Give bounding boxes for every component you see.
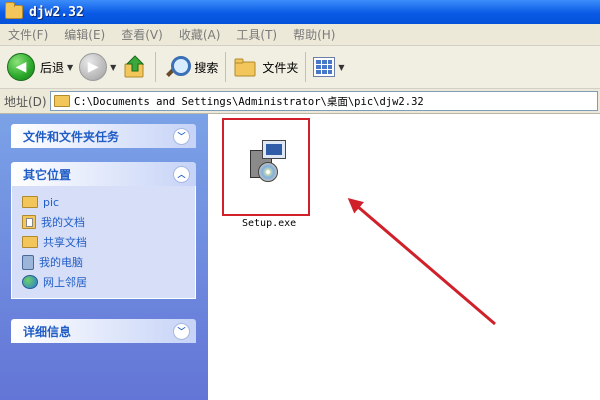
- other-places-list: pic 我的文档 共享文档 我的电脑 网上邻居: [11, 186, 196, 299]
- back-label: 后退: [40, 60, 65, 75]
- menu-edit[interactable]: 编辑(E): [64, 26, 105, 43]
- details-header[interactable]: 详细信息 ﹀: [11, 319, 196, 343]
- place-label: 我的电脑: [39, 256, 83, 269]
- file-tasks-header[interactable]: 文件和文件夹任务 ﹀: [11, 124, 196, 148]
- toolbar-separator: [305, 52, 307, 82]
- place-label: 共享文档: [43, 236, 87, 249]
- place-shared-documents[interactable]: 共享文档: [22, 232, 195, 252]
- other-places-panel: 其它位置 ︿ pic 我的文档 共享文档 我的电脑 网上邻居: [11, 162, 196, 299]
- chevron-up-icon[interactable]: ︿: [173, 165, 190, 183]
- menu-help[interactable]: 帮助(H): [293, 26, 335, 43]
- forward-button[interactable]: ▶ ▼: [76, 50, 119, 84]
- folder-icon: [22, 196, 38, 208]
- views-icon: [313, 57, 336, 77]
- forward-arrow-icon: ▶: [79, 53, 108, 81]
- task-pane: 文件和文件夹任务 ﹀ 其它位置 ︿ pic 我的文档 共享文档 我的电脑 网上邻…: [0, 114, 208, 400]
- toolbar: ◀ 后退 ▼ ▶ ▼ 搜索 文件夹 ▼: [0, 46, 600, 89]
- folder-icon: [54, 95, 70, 107]
- folders-icon: [234, 58, 256, 77]
- place-label: 我的文档: [41, 216, 85, 229]
- back-button[interactable]: ◀ 后退 ▼: [4, 50, 76, 84]
- file-tasks-title: 文件和文件夹任务: [23, 129, 120, 144]
- menu-view[interactable]: 查看(V): [121, 26, 163, 43]
- address-label: 地址(D): [4, 94, 47, 109]
- file-tasks-panel: 文件和文件夹任务 ﹀: [11, 124, 196, 148]
- views-button[interactable]: ▼: [310, 50, 347, 84]
- search-icon: [163, 54, 192, 80]
- file-list-area[interactable]: Setup.exe: [208, 114, 600, 400]
- other-places-title: 其它位置: [23, 167, 72, 182]
- place-my-documents[interactable]: 我的文档: [22, 212, 195, 232]
- details-panel: 详细信息 ﹀: [11, 319, 196, 343]
- network-icon: [22, 275, 38, 289]
- views-dropdown-icon[interactable]: ▼: [338, 63, 344, 72]
- shared-folder-icon: [22, 236, 38, 248]
- back-arrow-icon: ◀: [7, 53, 35, 81]
- folders-button[interactable]: 文件夹: [230, 50, 301, 84]
- menu-favorites[interactable]: 收藏(A): [179, 26, 221, 43]
- place-my-computer[interactable]: 我的电脑: [22, 252, 195, 272]
- my-documents-icon: [22, 215, 36, 229]
- annotation-arrow-icon: [347, 198, 496, 326]
- place-network[interactable]: 网上邻居: [22, 272, 195, 292]
- address-bar: 地址(D) C:\Documents and Settings\Administ…: [0, 89, 600, 114]
- place-label: pic: [43, 195, 60, 209]
- title-bar: djw2.32: [0, 0, 600, 24]
- address-input[interactable]: C:\Documents and Settings\Administrator\…: [50, 91, 598, 111]
- window-title: djw2.32: [29, 4, 84, 20]
- my-computer-icon: [22, 254, 34, 270]
- menu-file[interactable]: 文件(F): [8, 26, 48, 43]
- search-button[interactable]: 搜索: [160, 50, 221, 84]
- details-title: 详细信息: [23, 324, 72, 339]
- address-path: C:\Documents and Settings\Administrator\…: [74, 95, 424, 108]
- back-dropdown-icon[interactable]: ▼: [67, 63, 73, 72]
- up-folder-icon: [124, 55, 145, 78]
- search-label: 搜索: [194, 60, 219, 75]
- toolbar-separator: [155, 52, 157, 82]
- place-pic[interactable]: pic: [22, 192, 195, 212]
- menu-bar: 文件(F) 编辑(E) 查看(V) 收藏(A) 工具(T) 帮助(H): [0, 24, 600, 46]
- chevron-down-icon[interactable]: ﹀: [173, 322, 190, 340]
- chevron-down-icon[interactable]: ﹀: [173, 127, 190, 145]
- place-label: 网上邻居: [43, 276, 87, 289]
- up-folder-button[interactable]: [119, 50, 151, 84]
- other-places-header[interactable]: 其它位置 ︿: [11, 162, 196, 186]
- toolbar-separator: [225, 52, 227, 82]
- folders-label: 文件夹: [262, 60, 299, 75]
- forward-dropdown-icon[interactable]: ▼: [110, 63, 116, 72]
- folder-icon: [5, 2, 23, 19]
- menu-tools[interactable]: 工具(T): [236, 26, 277, 43]
